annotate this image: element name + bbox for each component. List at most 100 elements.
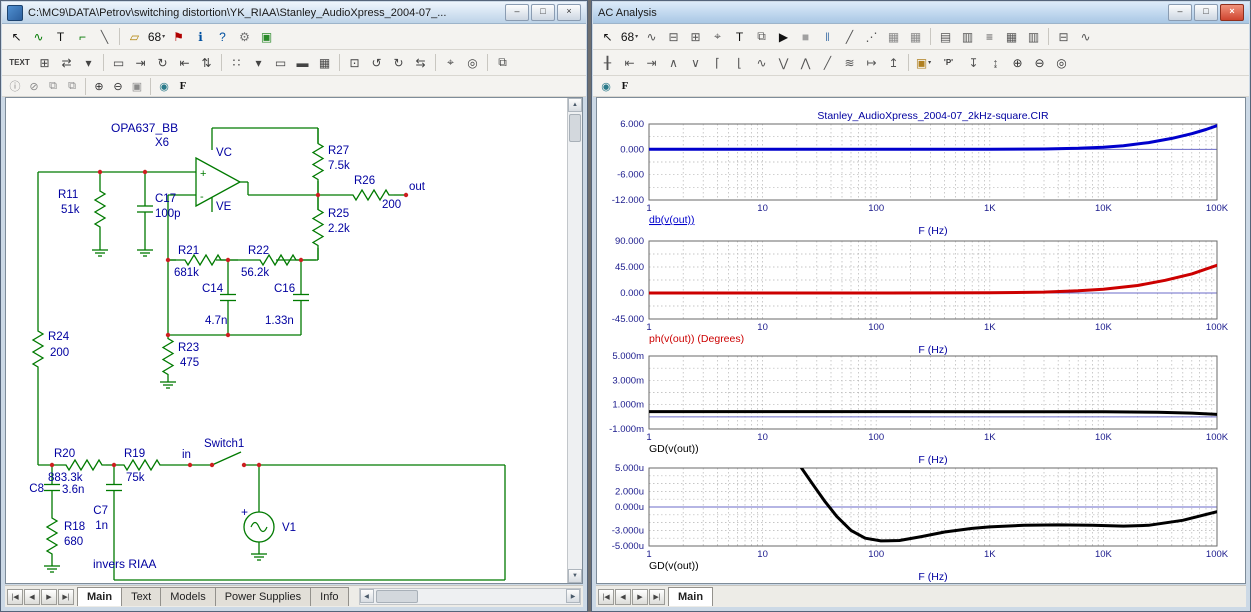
wave-op-button[interactable]: ≋ [839,52,860,73]
tab-text[interactable]: Text [121,587,161,606]
help-globe-button[interactable]: ◉ [597,78,615,95]
slope-button[interactable]: ╱ [817,52,838,73]
performance-button[interactable]: 'P' [935,52,962,73]
db-signal-label[interactable]: db(v(out)) [649,214,695,226]
accumulate-button[interactable]: ▣▾ [913,52,934,73]
plot-gd2[interactable]: 5.000u2.000u0.000u-3.000u-5.000u1101001K… [612,463,1229,583]
dropdown-caret-icon[interactable]: ▾ [162,33,165,40]
cursor-mode-button[interactable]: ╂ [597,52,618,73]
graphics-tool[interactable]: ▱ [124,26,145,47]
next-right-button[interactable]: ⇥ [641,52,662,73]
digital-parts-button[interactable]: 68▾ [619,26,640,47]
dropdown-caret-icon[interactable]: ▾ [928,59,931,66]
gd2-signal-label[interactable]: GD(v(out)) [649,560,699,572]
component-v1[interactable] [244,512,274,542]
find-button[interactable]: ⌖ [440,52,461,73]
component-r27[interactable] [313,128,323,195]
text-tool[interactable]: T [50,26,71,47]
panel-top-button[interactable]: ▤ [935,26,956,47]
stop-button[interactable]: ■ [795,26,816,47]
low-button[interactable]: ⌊ [729,52,750,73]
left-titlebar[interactable]: C:\MC9\DATA\Petrov\switching distortion\… [2,2,586,24]
plot-ph[interactable]: 90.00045.0000.000-45.0001101001K10K100Kp… [612,236,1229,356]
font-button[interactable]: F [174,78,192,95]
minimize-button[interactable]: – [1168,4,1192,21]
dropdown-caret-icon[interactable]: ▾ [635,33,638,40]
vertical-tag-button[interactable]: ⊞ [685,26,706,47]
flip-y-button[interactable]: ⇅ [196,52,217,73]
minimize-button[interactable]: – [505,4,529,21]
tag-point-button[interactable]: ⌖ [707,26,728,47]
hscroll-track[interactable] [374,589,566,604]
x-limit-button[interactable]: ↧ [963,52,984,73]
close-button[interactable]: × [557,4,581,21]
clipboard-button[interactable]: ⧉ [751,26,772,47]
flag-tool[interactable]: ⚑ [168,26,189,47]
scroll-prev-button[interactable]: ◀ [615,589,631,605]
panel-grid-button[interactable]: ▦ [1001,26,1022,47]
copy-front-button[interactable]: ⧉ [44,78,62,95]
scroll-down-button[interactable]: ▼ [568,569,582,583]
grid-dots-button[interactable]: ∷ [226,52,247,73]
wire-tool[interactable]: ⌐ [72,26,93,47]
component-c16[interactable] [293,260,309,335]
vscroll-thumb[interactable] [569,114,581,142]
undo-button[interactable]: ↺ [366,52,387,73]
scroll-left-button[interactable]: ◀ [360,589,374,603]
panel-mid-button[interactable]: ▥ [957,26,978,47]
gd1-signal-label[interactable]: GD(v(out)) [649,443,699,455]
scroll-last-button[interactable]: ▶| [649,589,665,605]
zoom-out-button[interactable]: ⊖ [1029,52,1050,73]
border-display-button[interactable]: ▭ [270,52,291,73]
scroll-first-button[interactable]: |◀ [7,589,23,605]
scroll-right-button[interactable]: ▶ [566,589,580,603]
tab-models[interactable]: Models [160,587,215,606]
tab-main[interactable]: Main [668,587,713,606]
scroll-next-button[interactable]: ▶ [632,589,648,605]
title-block-button[interactable]: ▬ [292,52,313,73]
info-mode-button[interactable]: ℹ [190,26,211,47]
box-tool-button[interactable]: ▭ [108,52,129,73]
global-low-button[interactable]: ⋁ [773,52,794,73]
no-connect-button[interactable]: ⊘ [25,78,43,95]
tab-power-supplies[interactable]: Power Supplies [215,587,311,606]
global-high-button[interactable]: ⋀ [795,52,816,73]
data-points-button[interactable]: ▦ [883,26,904,47]
rotate-button[interactable]: ↻ [152,52,173,73]
one-plot-button[interactable]: ⊟ [1053,26,1074,47]
component-switch1[interactable] [212,452,241,465]
grid-squares-button[interactable]: ▦ [905,26,926,47]
high-button[interactable]: ⌈ [707,52,728,73]
close-button[interactable]: × [1220,4,1244,21]
component-r19[interactable] [120,460,164,470]
info-circle-button[interactable]: ⓘ [6,78,24,95]
panel-list-button[interactable]: ≡ [979,26,1000,47]
plot-gd1[interactable]: 5.000m3.000m1.000m-1.000m1101001K10K100K… [609,351,1229,466]
zoom-out-button[interactable]: ⊖ [109,78,127,95]
redo-button[interactable]: ↻ [388,52,409,73]
go-to-x-button[interactable]: ↦ [861,52,882,73]
plot-db[interactable]: 6.0000.000-6.000-12.0001101001K10K100KSt… [612,110,1229,237]
run-button[interactable]: ▶ [773,26,794,47]
display-dropdown[interactable]: ▾ [78,52,99,73]
zoom-window-button[interactable]: ◎ [1051,52,1072,73]
component-r23[interactable] [163,335,173,378]
cursor-line-button[interactable]: ╱ [839,26,860,47]
right-titlebar[interactable]: AC Analysis – □ × [593,2,1249,24]
tab-info[interactable]: Info [310,587,348,606]
zoom-in-button[interactable]: ⊕ [90,78,108,95]
schematic-hscrollbar[interactable]: ◀ ▶ [359,588,581,605]
attributes-button[interactable]: ⊞ [34,52,55,73]
picture-button[interactable]: ▣ [256,26,277,47]
ruler-button[interactable]: ▦ [314,52,335,73]
help-globe-button[interactable]: ◉ [155,78,173,95]
go-to-y-button[interactable]: ↥ [883,52,904,73]
gears-button[interactable]: ⚙ [234,26,255,47]
tab-main[interactable]: Main [77,587,122,606]
component-r25[interactable] [313,195,323,260]
restore-button[interactable]: □ [531,4,555,21]
restore-button[interactable]: □ [1194,4,1218,21]
panel-cols-button[interactable]: ▥ [1023,26,1044,47]
zoom-in-button[interactable]: ⊕ [1007,52,1028,73]
horizontal-tag-button[interactable]: ⊟ [663,26,684,47]
